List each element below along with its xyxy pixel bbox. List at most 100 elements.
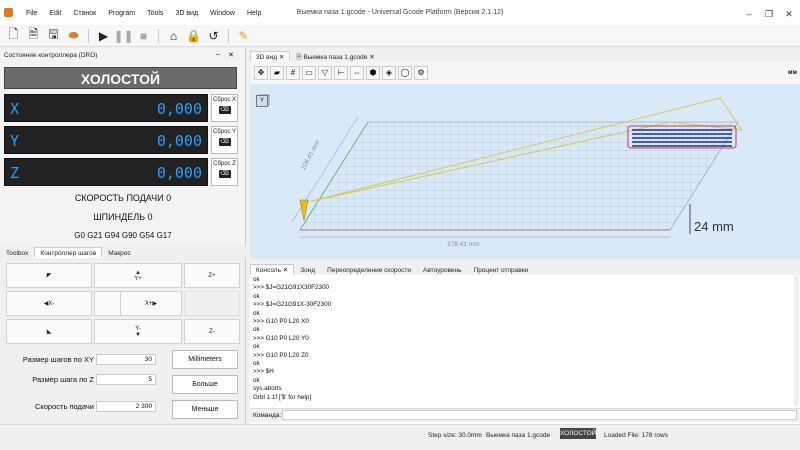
x-minus-label: X- [48, 300, 55, 307]
tab-3d-view[interactable]: 3D вид ✕ [250, 51, 291, 62]
tab-console[interactable]: Консоль ✕ [250, 264, 295, 275]
tab-gcode-file[interactable]: 🗎 Выемка паза 1.gcode ✕ [290, 51, 380, 62]
grid-icon[interactable]: # [286, 66, 300, 80]
view-tabs: 3D вид ✕ 🗎 Выемка паза 1.gcode ✕ [250, 48, 800, 62]
lock-icon[interactable]: 🔒 [186, 28, 201, 43]
reset-icon[interactable]: ↺ [206, 28, 221, 43]
minimize-panel-icon[interactable]: – [216, 51, 220, 58]
reset-x-button[interactable]: Сброс X ⌫ [211, 94, 238, 122]
close-icon[interactable]: ✕ [782, 8, 796, 20]
jog-ul-button[interactable]: ◤ [6, 263, 92, 288]
stop-icon[interactable]: ■ [136, 28, 151, 43]
console-line: sys.aborts [253, 385, 282, 393]
reset-x-label: Сброс X [212, 97, 237, 103]
save-file-icon[interactable]: 🖫 [46, 27, 61, 43]
y-plus-label: Y+ [134, 275, 142, 282]
console-scrollbar[interactable] [794, 276, 799, 406]
plugin-icon[interactable]: ✎ [236, 28, 251, 43]
more-button[interactable]: Больше [172, 375, 238, 394]
dimension-icon[interactable]: ⊢ [334, 66, 348, 80]
reset-z-button[interactable]: Сброс Z ⌫ [211, 158, 238, 186]
view-cube-icon[interactable]: Y [256, 95, 268, 107]
feed-label: Скорость подачи [34, 402, 94, 411]
tab-send-percent[interactable]: Процент отправки [468, 264, 535, 275]
console-line: >>> G10 P0 L20 Y0 [253, 334, 309, 342]
loaded-status: Loaded File: 178 rows [604, 432, 668, 439]
feed-input[interactable]: 2 300 [96, 401, 156, 412]
close-tab-icon[interactable]: ✕ [279, 54, 284, 61]
bounds-icon[interactable]: ⇔ [350, 66, 364, 80]
jog-panel: ◤ ▲Y+ Z+ ◀X- ⌨ X+▶ ◣ Y-▼ Z- ◢ Размер шаг… [0, 258, 246, 450]
x-axis-value: 0,000 [156, 100, 202, 118]
backspace-icon: ⌫ [218, 106, 231, 114]
jog-dl-button[interactable]: ◣ [6, 319, 92, 344]
z-plus-label: Z+ [208, 272, 216, 279]
tab-autolevel[interactable]: Автоуровень [417, 264, 467, 275]
main-toolbar: 🗋 🗎 🖫 ⬬ ▶ ❚❚ ■ ⌂ 🔒 ↺ ✎ [0, 25, 800, 47]
play-icon[interactable]: ▶ [96, 28, 111, 43]
jog-z-minus-button[interactable]: Z- [184, 319, 240, 344]
jog-z-plus-button[interactable]: Z+ [184, 263, 240, 288]
minimize-icon[interactable]: – [742, 8, 756, 20]
jog-x-minus-button[interactable]: ◀ X- [6, 291, 92, 316]
z-axis-readout: Z 0,000 [4, 158, 208, 186]
maximize-icon[interactable]: ❐ [762, 8, 776, 20]
tab-toolbox[interactable]: Toolbox [0, 247, 34, 258]
jog-empty-cell [184, 291, 240, 316]
plane-icon[interactable]: ▰ [270, 66, 284, 80]
units-indicator: мм [788, 70, 797, 76]
close-tab-icon[interactable]: ✕ [369, 54, 374, 61]
tool-icon[interactable]: ▽ [318, 66, 332, 80]
open-file-icon[interactable]: 🗎 [26, 27, 41, 43]
jog-y-plus-button[interactable]: ▲ Y+ [94, 263, 182, 288]
y-axis-label: Y [10, 132, 20, 150]
file-icon: 🗎 [296, 54, 302, 61]
pause-icon[interactable]: ❚❚ [113, 28, 133, 43]
connect-icon[interactable]: ⬬ [66, 28, 81, 43]
step-size-status: Step size: 30.0mm [428, 432, 482, 439]
step-xy-input[interactable]: 30 [96, 354, 156, 365]
toolbar-divider [228, 28, 229, 43]
z-dimension-label: 24 mm [694, 219, 734, 234]
console-line: >>> G10 P0 L20 Z0 [253, 351, 309, 359]
move-view-icon[interactable]: ✥ [254, 66, 268, 80]
less-button[interactable]: Меньше [172, 400, 238, 419]
command-input[interactable] [282, 410, 797, 420]
machine-state: ХОЛОСТОЙ [4, 67, 237, 89]
units-button[interactable]: Millimeters [172, 350, 238, 369]
jog-x-plus-button[interactable]: X+ ▶ [120, 291, 182, 316]
console-line: ok [253, 376, 260, 384]
console-line: ok [253, 309, 260, 317]
tab-jog-controller[interactable]: Контроллер шагов [34, 247, 103, 258]
tab-gcode-file-label: Выемка паза 1.gcode [303, 54, 368, 61]
cube-icon[interactable]: ⬢ [366, 66, 380, 80]
reset-y-button[interactable]: Сброс Y ⌫ [211, 126, 238, 154]
console-line: Grbl 1.1f ['$' for help] [253, 393, 312, 401]
layers-icon[interactable]: ◈ [382, 66, 396, 80]
ruler-icon[interactable]: ▭ [302, 66, 316, 80]
step-z-label: Размер шага по Z [32, 375, 94, 384]
gcode-state: G0 G21 G94 G90 G54 G17 [74, 231, 172, 240]
tab-probe[interactable]: Зонд [294, 264, 321, 275]
close-tab-icon[interactable]: ✕ [283, 267, 288, 274]
arrow-right-icon: ▶ [152, 301, 158, 307]
x-axis-label: X [10, 100, 20, 118]
command-label: Команда: [253, 412, 282, 419]
feed-rate-row: СКОРОСТЬ ПОДАЧИ 0 [0, 193, 246, 203]
x-axis-readout: X 0,000 [4, 94, 208, 122]
tab-macro[interactable]: Макрос [102, 247, 136, 258]
toolbar-divider [158, 28, 159, 43]
z-minus-label: Z- [209, 328, 215, 335]
toolbar-divider [88, 28, 89, 43]
new-file-icon[interactable]: 🗋 [6, 27, 21, 43]
step-z-input[interactable]: 5 [96, 374, 156, 385]
console-line: >>> G10 P0 L20 X0 [253, 318, 309, 326]
settings-icon[interactable]: ⚙ [414, 66, 428, 80]
jog-y-minus-button[interactable]: Y- ▼ [94, 319, 182, 344]
tab-speed-override[interactable]: Переопределение скорости [321, 264, 417, 275]
console-log: ok >>> $J=G21G91X30F2300 ok >>> $J=G21G9… [253, 276, 793, 406]
home-icon[interactable]: ⌂ [166, 28, 181, 43]
z-axis-value: 0,000 [156, 164, 202, 182]
close-panel-icon[interactable]: ✕ [228, 51, 234, 59]
mouse-icon[interactable]: ◯ [398, 66, 412, 80]
